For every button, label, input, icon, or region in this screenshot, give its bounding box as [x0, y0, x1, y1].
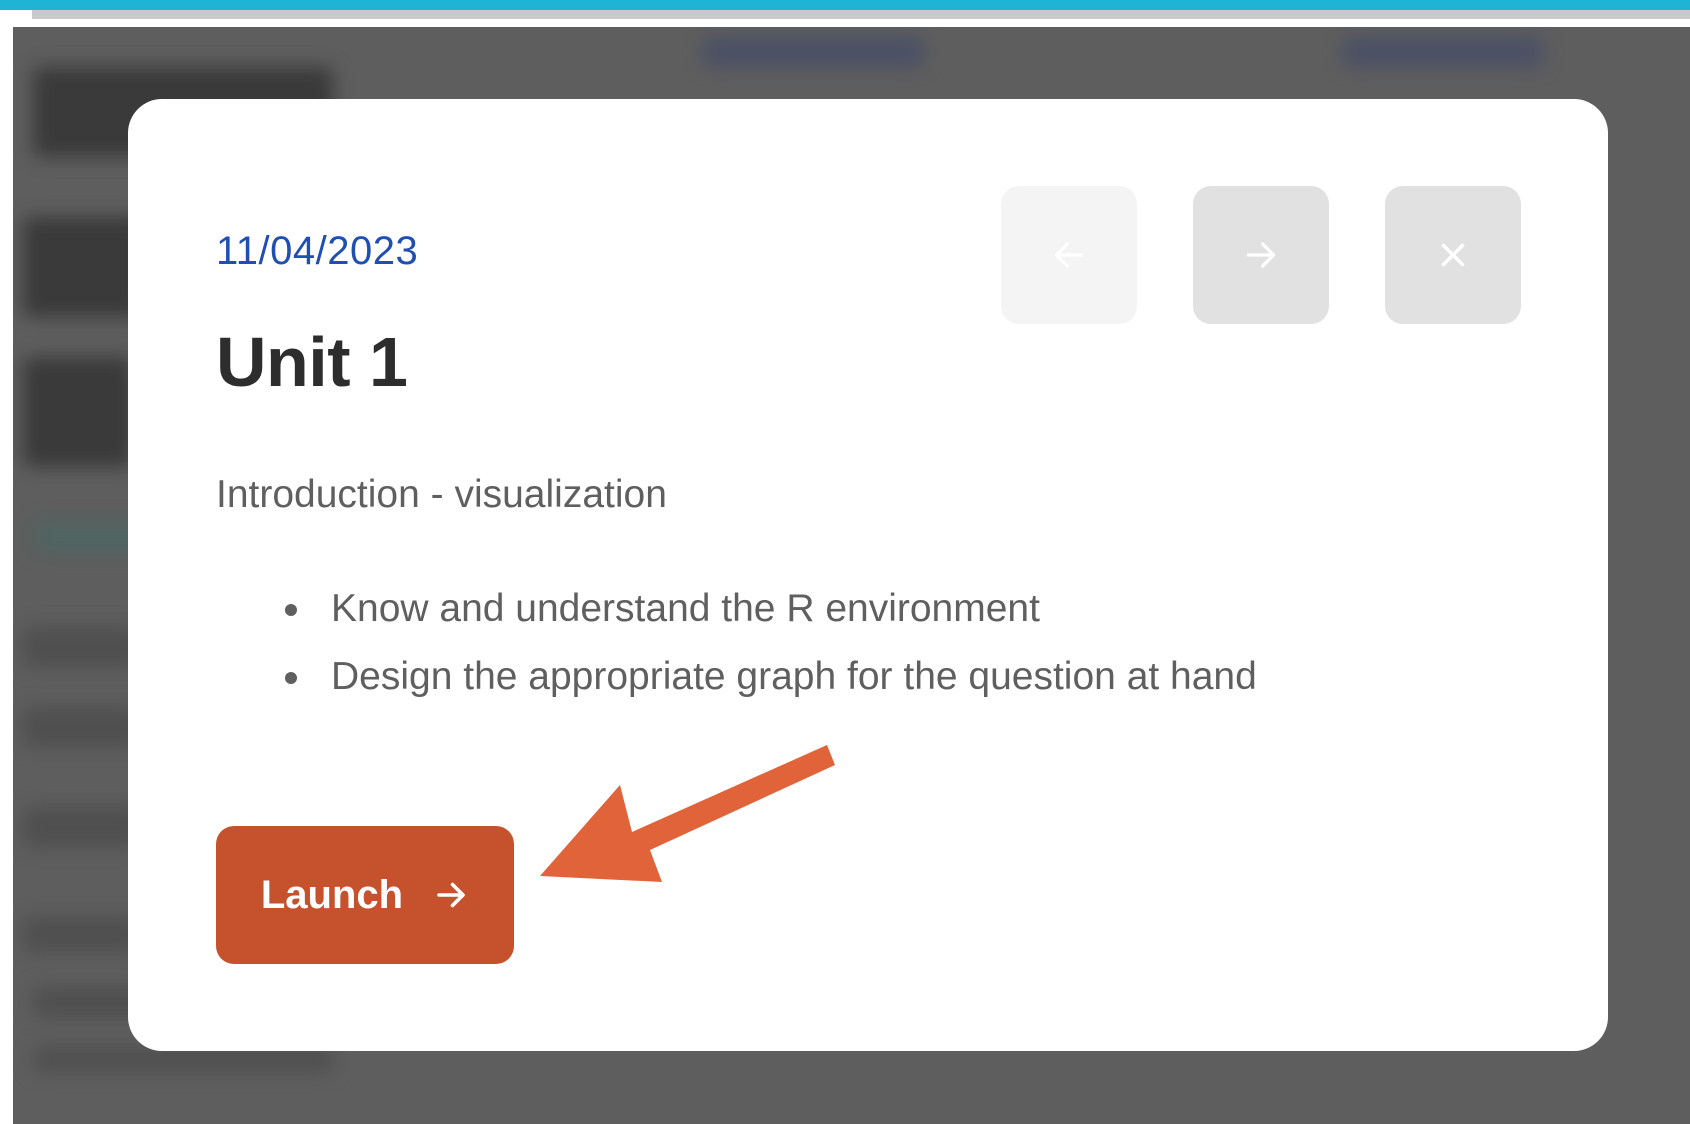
close-icon	[1441, 243, 1465, 267]
objective-item: Know and understand the R environment	[285, 575, 1257, 643]
blurred-line	[23, 917, 143, 952]
arrow-left-icon	[1054, 242, 1084, 268]
close-button[interactable]	[1385, 186, 1521, 324]
objective-text: Design the appropriate graph for the que…	[331, 655, 1257, 698]
blurred-line	[23, 707, 143, 747]
blurred-text	[23, 217, 143, 317]
blurred-link	[703, 37, 923, 67]
blurred-line	[23, 627, 143, 667]
unit-date: 11/04/2023	[216, 229, 419, 273]
objective-text: Know and understand the R environment	[331, 587, 1040, 630]
unit-modal: 11/04/2023 Unit 1 Introduction - visuali…	[128, 99, 1608, 1051]
arrow-right-icon	[437, 882, 465, 908]
arrow-right-icon	[1246, 242, 1276, 268]
left-edge	[0, 19, 13, 1124]
blurred-link	[1343, 37, 1543, 67]
unit-subtitle: Introduction - visualization	[216, 473, 667, 516]
objectives-list: Know and understand the R environment De…	[216, 575, 1257, 711]
previous-button[interactable]	[1001, 186, 1137, 324]
objective-item: Design the appropriate graph for the que…	[285, 643, 1257, 711]
browser-top-strip	[0, 0, 1690, 10]
launch-label: Launch	[260, 872, 404, 917]
bullet-icon	[285, 672, 297, 684]
blurred-text	[23, 357, 133, 467]
browser-tab-strip	[32, 10, 1690, 19]
next-button[interactable]	[1193, 186, 1329, 324]
blurred-line	[23, 807, 143, 847]
launch-button[interactable]: Launch	[216, 826, 514, 964]
unit-title: Unit 1	[216, 323, 408, 401]
bullet-icon	[285, 604, 297, 616]
